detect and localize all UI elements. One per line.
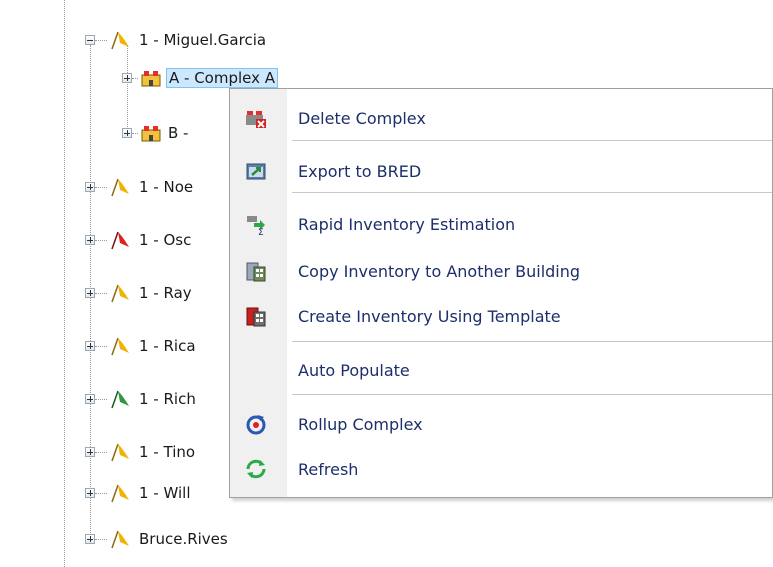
menu-item-label: Delete Complex [298,108,426,128]
flag-icon [111,31,129,50]
tree-node-label: A - Complex A [166,68,279,88]
tree-node-label: 1 - Noe [139,178,194,196]
tree-node-label: 1 - Osc [139,231,192,249]
menu-item-label: Rapid Inventory Estimation [298,214,516,234]
tree-node[interactable]: 1 - Will [85,479,193,507]
copy-inventory-icon [246,262,266,282]
menu-item-auto-populate[interactable]: Auto Populate [230,350,772,390]
tree-node[interactable]: B - [122,119,190,147]
expand-toggle-icon[interactable] [122,128,132,138]
tree-node-label: 1 - Ray [139,284,192,302]
flag-icon [111,530,129,549]
menu-item-create-template[interactable]: Create Inventory Using Template [230,296,772,336]
estimate-icon: Σ [247,216,265,236]
complex-building-icon [141,71,161,87]
flag-icon [111,284,129,303]
flag-icon [111,484,129,503]
menu-separator [292,140,772,141]
menu-separator [292,192,772,193]
menu-separator [292,394,772,395]
menu-item-refresh[interactable]: Refresh [230,449,772,489]
expand-toggle-icon[interactable] [85,394,95,404]
tree-node[interactable]: Bruce.Rives [85,525,230,553]
expand-toggle-icon[interactable] [85,488,95,498]
expand-toggle-icon[interactable] [85,341,95,351]
export-icon [246,163,266,180]
menu-item-copy-inventory[interactable]: Copy Inventory to Another Building [230,251,772,291]
tree-node-label: 1 - Will [139,484,191,502]
tree-node[interactable]: 1 - Miguel.Garcia [85,26,268,54]
expand-toggle-icon[interactable] [122,73,132,83]
context-menu: Delete Complex Export to BRED Σ Rapid In… [229,88,773,498]
flag-icon [111,178,129,197]
svg-text:Σ: Σ [258,228,264,236]
tree-node-label: 1 - Miguel.Garcia [139,31,267,49]
menu-item-label: Refresh [298,459,359,479]
menu-item-label: Export to BRED [298,161,422,181]
menu-item-rapid-inventory[interactable]: Σ Rapid Inventory Estimation [230,204,772,244]
tree-node-label: 1 - Rich [139,390,196,408]
menu-separator [292,341,772,342]
expand-toggle-icon[interactable] [85,447,95,457]
collapse-toggle-icon[interactable] [85,35,95,45]
tree-node[interactable]: 1 - Tino [85,438,197,466]
tree-node[interactable]: 1 - Noe [85,173,195,201]
expand-toggle-icon[interactable] [85,235,95,245]
tree-guide-line [64,0,65,567]
tree-node-label: 1 - Tino [139,443,196,461]
tree-node[interactable]: 1 - Osc [85,226,193,254]
menu-item-delete-complex[interactable]: Delete Complex [230,98,772,138]
refresh-icon [246,459,266,479]
tree-node-label: Bruce.Rives [139,530,228,548]
template-icon [246,307,266,327]
tree-node[interactable]: 1 - Ray [85,279,194,307]
flag-icon [111,443,129,462]
flag-icon [111,337,129,356]
expand-toggle-icon[interactable] [85,182,95,192]
complex-building-icon [141,126,161,142]
menu-item-label: Create Inventory Using Template [298,306,561,326]
delete-complex-icon [246,111,266,128]
flag-icon [111,231,129,250]
expand-toggle-icon[interactable] [85,534,95,544]
flag-icon [111,390,129,409]
tree-node[interactable]: 1 - Rica [85,332,198,360]
tree-node[interactable]: 1 - Rich [85,385,198,413]
rollup-icon [246,415,266,435]
menu-item-export-bred[interactable]: Export to BRED [230,151,772,191]
menu-item-label: Auto Populate [298,360,410,380]
menu-item-rollup-complex[interactable]: Rollup Complex [230,404,772,444]
expand-toggle-icon[interactable] [85,288,95,298]
tree-node-label: 1 - Rica [139,337,196,355]
menu-item-label: Copy Inventory to Another Building [298,261,581,281]
menu-item-label: Rollup Complex [298,414,423,434]
tree-node-label: B - [168,124,189,142]
